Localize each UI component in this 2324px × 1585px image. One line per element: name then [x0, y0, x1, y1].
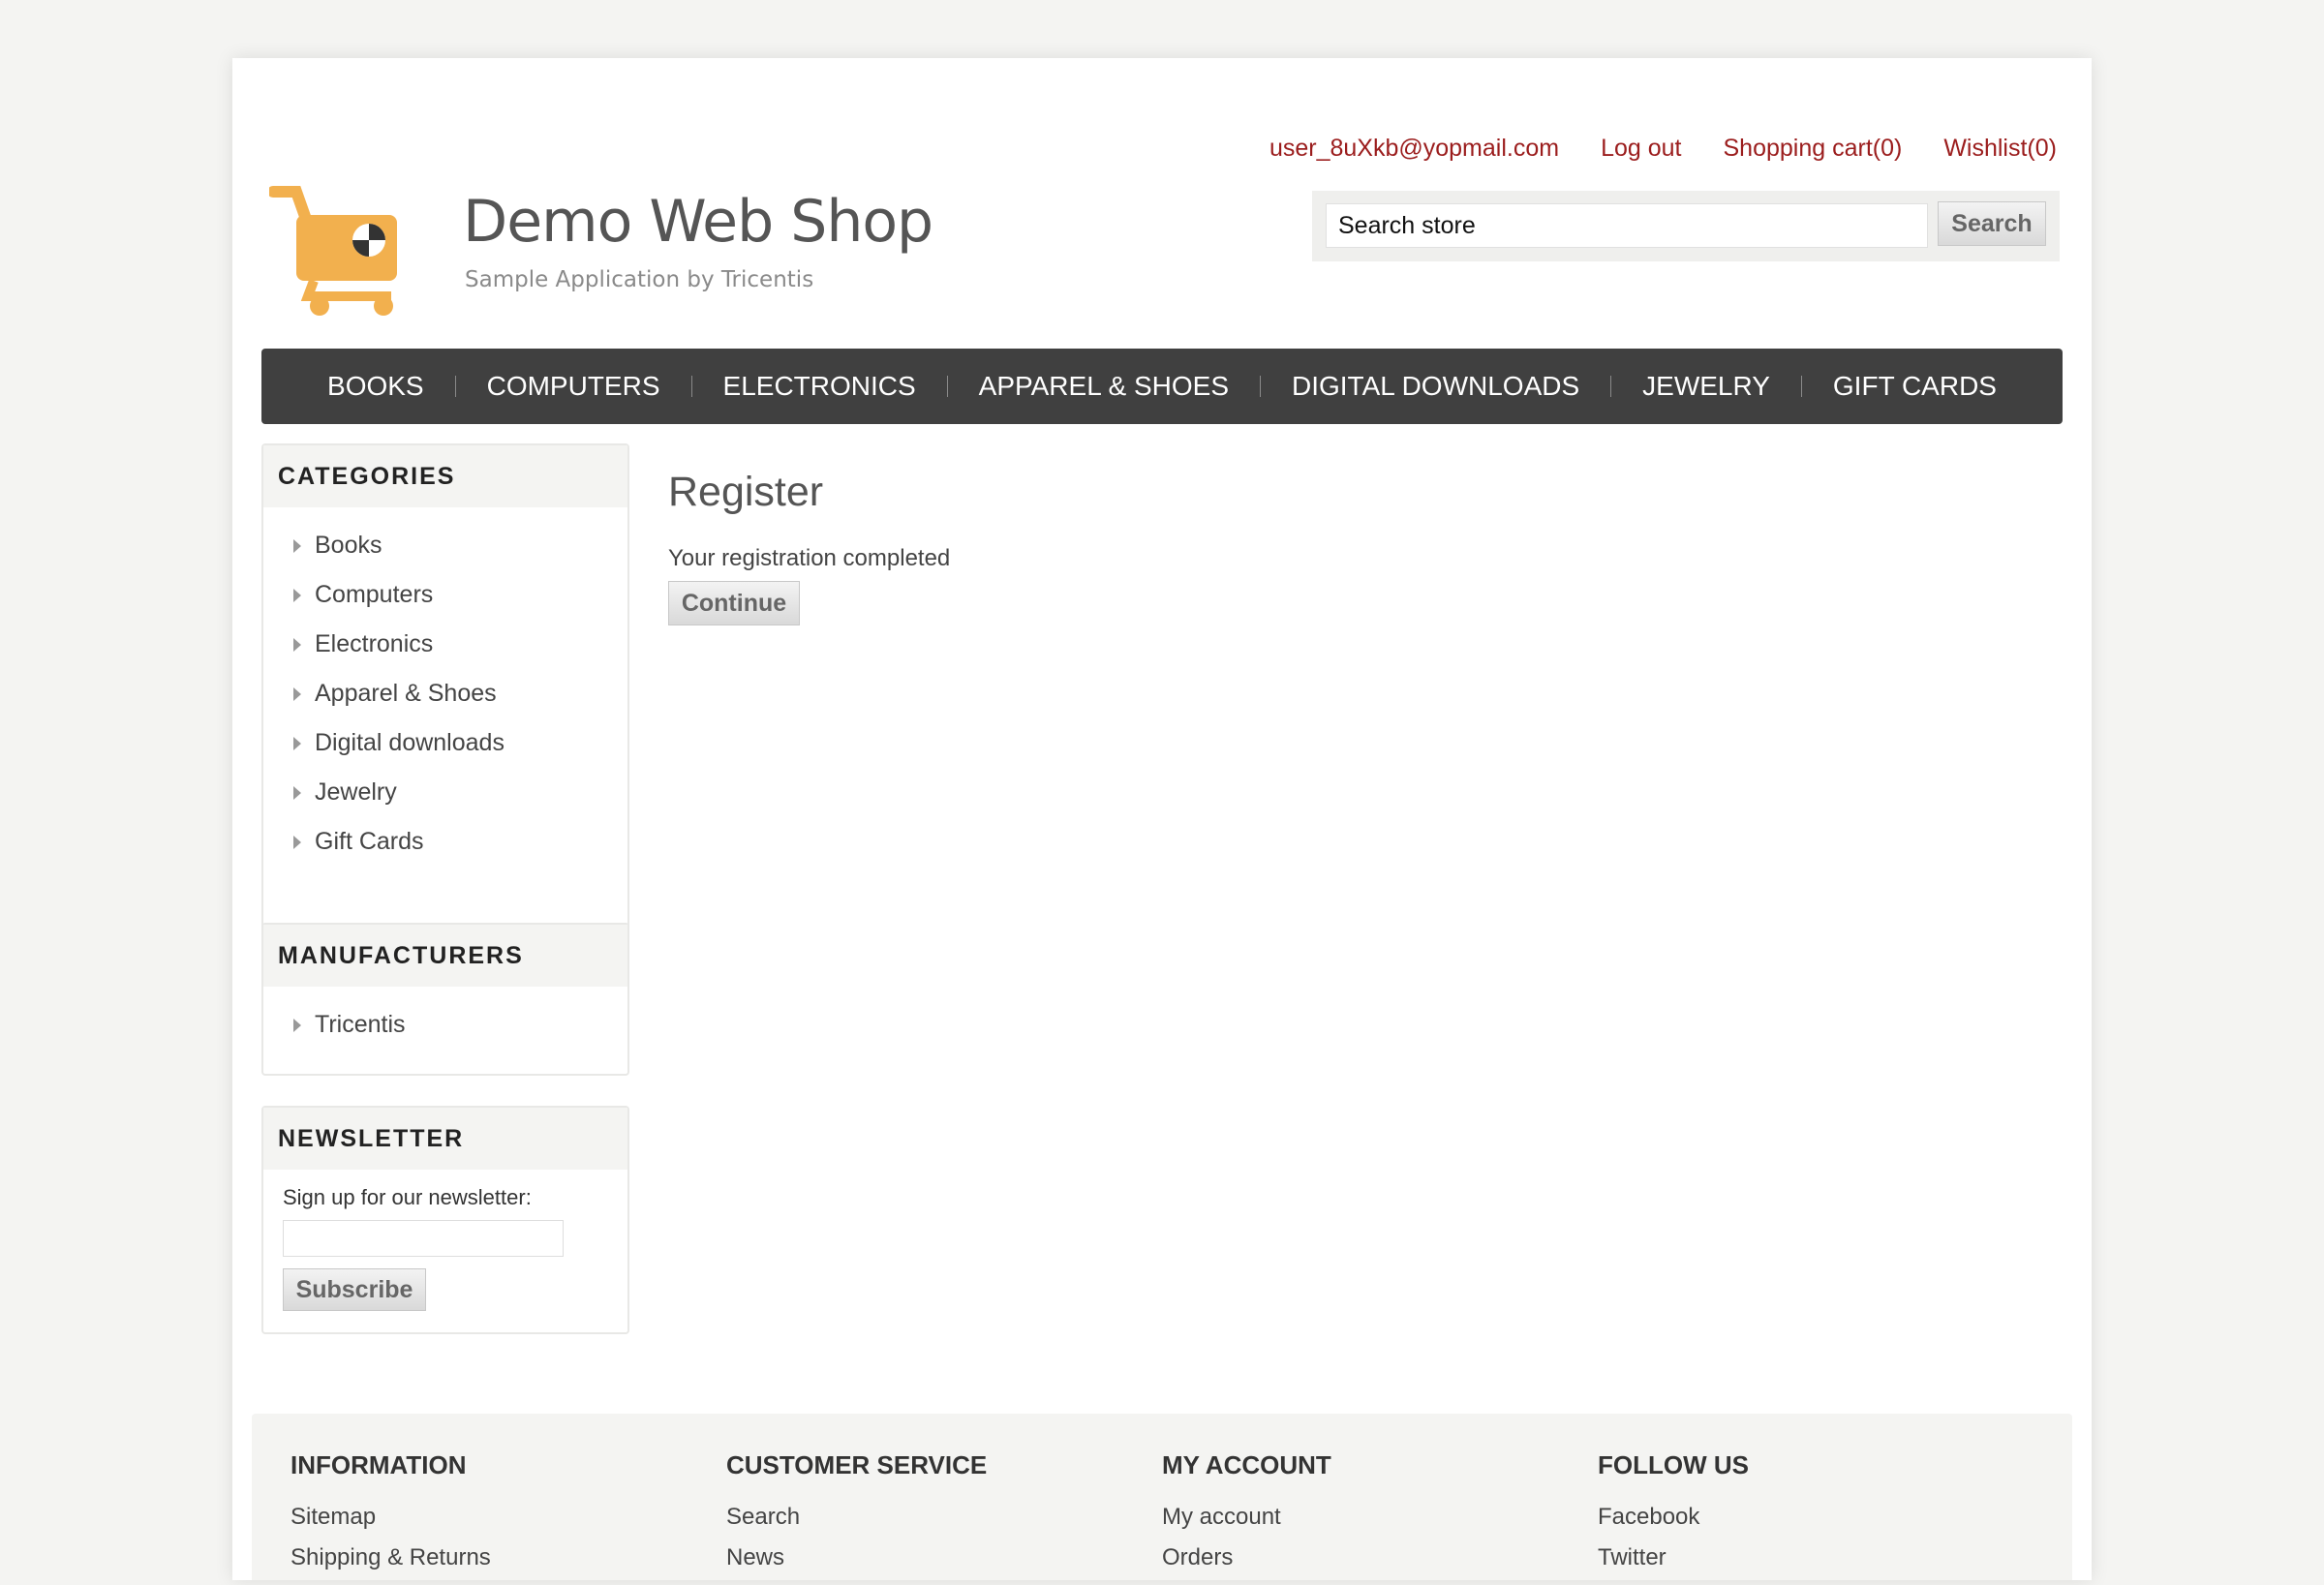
- nav-computers[interactable]: COMPUTERS: [456, 371, 691, 402]
- cart-icon: [269, 186, 397, 316]
- search-button[interactable]: Search: [1938, 201, 2046, 246]
- footer-column-information: INFORMATION Sitemap Shipping & Returns: [290, 1450, 717, 1585]
- footer-column-customer-service: CUSTOMER SERVICE Search News: [726, 1450, 1152, 1585]
- category-label: Computers: [315, 581, 434, 608]
- category-item[interactable]: Apparel & Shoes: [263, 669, 627, 718]
- footer: INFORMATION Sitemap Shipping & Returns C…: [252, 1414, 2072, 1580]
- categories-block: CATEGORIES Books Computers Electronics A…: [261, 443, 629, 953]
- footer-link-my-account[interactable]: My account: [1162, 1504, 1588, 1544]
- category-label: Gift Cards: [315, 828, 424, 855]
- shopping-cart-link[interactable]: Shopping cart(0): [1724, 135, 1903, 163]
- manufacturers-block: MANUFACTURERS Tricentis: [261, 923, 629, 1076]
- footer-link-facebook[interactable]: Facebook: [1598, 1504, 2024, 1544]
- footer-link-sitemap[interactable]: Sitemap: [290, 1504, 717, 1544]
- footer-heading: MY ACCOUNT: [1162, 1450, 1331, 1479]
- newsletter-title: NEWSLETTER: [263, 1108, 627, 1170]
- registration-result-message: Your registration completed: [668, 545, 951, 571]
- footer-column-follow-us: FOLLOW US Facebook Twitter: [1598, 1450, 2024, 1585]
- manufacturer-item[interactable]: Tricentis: [263, 1000, 627, 1050]
- footer-heading: FOLLOW US: [1598, 1450, 1749, 1479]
- newsletter-label: Sign up for our newsletter:: [283, 1185, 532, 1209]
- top-menu: BOOKS COMPUTERS ELECTRONICS APPAREL & SH…: [261, 349, 2063, 424]
- footer-link-orders[interactable]: Orders: [1162, 1544, 1588, 1585]
- nav-gift-cards[interactable]: GIFT CARDS: [1802, 371, 2028, 402]
- arrow-right-icon: [293, 785, 301, 800]
- account-email-link[interactable]: user_8uXkb@yopmail.com: [1269, 135, 1559, 163]
- arrow-right-icon: [293, 835, 301, 849]
- nav-jewelry[interactable]: JEWELRY: [1611, 371, 1801, 402]
- footer-link-twitter[interactable]: Twitter: [1598, 1544, 2024, 1585]
- newsletter-email-input[interactable]: [283, 1220, 564, 1257]
- logo-subtitle: Sample Application by Tricentis: [465, 267, 814, 292]
- nav-books[interactable]: BOOKS: [296, 371, 455, 402]
- logout-link[interactable]: Log out: [1601, 135, 1681, 163]
- category-item[interactable]: Gift Cards: [263, 817, 627, 867]
- search-input[interactable]: [1326, 203, 1928, 248]
- arrow-right-icon: [293, 736, 301, 750]
- subscribe-button[interactable]: Subscribe: [283, 1268, 426, 1311]
- category-label: Digital downloads: [315, 729, 505, 756]
- footer-column-my-account: MY ACCOUNT My account Orders: [1162, 1450, 1588, 1585]
- category-item[interactable]: Electronics: [263, 620, 627, 669]
- page-container: Demo Web Shop Sample Application by Tric…: [232, 58, 2092, 1580]
- nav-digital-downloads[interactable]: DIGITAL DOWNLOADS: [1261, 371, 1610, 402]
- arrow-right-icon: [293, 1018, 301, 1032]
- logo-title: Demo Web Shop: [463, 188, 933, 256]
- newsletter-block: NEWSLETTER Sign up for our newsletter: S…: [261, 1106, 629, 1334]
- footer-link-search[interactable]: Search: [726, 1504, 1152, 1544]
- nav-apparel-shoes[interactable]: APPAREL & SHOES: [948, 371, 1260, 402]
- category-label: Apparel & Shoes: [315, 680, 497, 707]
- category-label: Electronics: [315, 630, 434, 657]
- continue-button[interactable]: Continue: [668, 581, 800, 625]
- manufacturers-title: MANUFACTURERS: [263, 925, 627, 987]
- arrow-right-icon: [293, 588, 301, 602]
- footer-link-shipping-returns[interactable]: Shipping & Returns: [290, 1544, 717, 1585]
- category-item[interactable]: Books: [263, 521, 627, 570]
- search-box: Search: [1312, 191, 2060, 261]
- category-item[interactable]: Digital downloads: [263, 718, 627, 768]
- categories-title: CATEGORIES: [263, 445, 627, 507]
- page-title: Register: [668, 469, 824, 515]
- footer-link-news[interactable]: News: [726, 1544, 1152, 1585]
- category-item[interactable]: Jewelry: [263, 768, 627, 817]
- category-label: Books: [315, 532, 382, 559]
- footer-heading: INFORMATION: [290, 1450, 467, 1479]
- site-logo[interactable]: Demo Web Shop Sample Application by Tric…: [269, 126, 933, 316]
- arrow-right-icon: [293, 637, 301, 652]
- arrow-right-icon: [293, 686, 301, 701]
- arrow-right-icon: [293, 538, 301, 553]
- footer-heading: CUSTOMER SERVICE: [726, 1450, 988, 1479]
- category-item[interactable]: Computers: [263, 570, 627, 620]
- header-links: user_8uXkb@yopmail.com Log out Shopping …: [1269, 135, 2057, 163]
- manufacturer-label: Tricentis: [315, 1011, 406, 1038]
- wishlist-link[interactable]: Wishlist(0): [1943, 135, 2057, 163]
- nav-electronics[interactable]: ELECTRONICS: [692, 371, 947, 402]
- category-label: Jewelry: [315, 778, 397, 806]
